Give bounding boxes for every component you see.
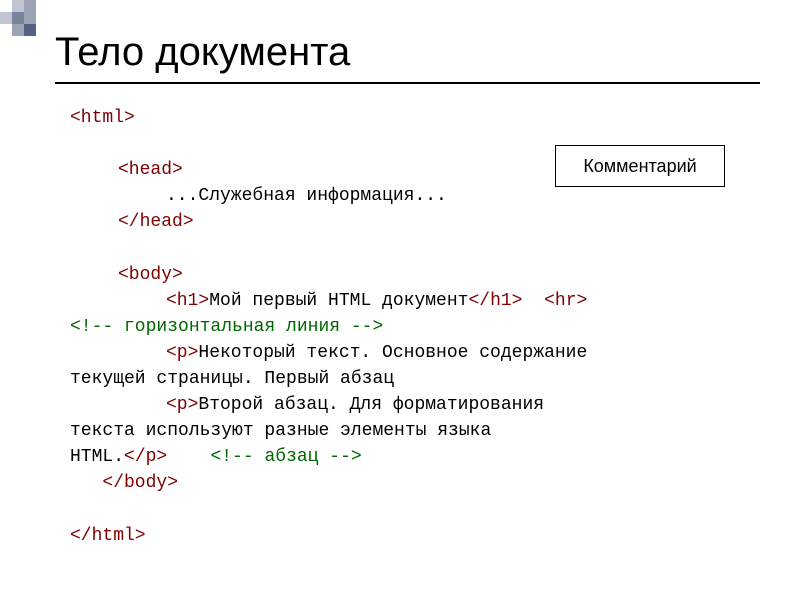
tag-h1-close: </h1> [468,291,522,311]
tag-head-close: </head> [118,212,194,232]
tag-p-close: </p> [124,447,167,467]
tag-h1-open: <h1> [166,291,209,311]
tag-p1-open: <p> [166,343,198,363]
text-p1-b: текущей страницы. Первый абзац [70,369,394,389]
tag-html-open: <html> [70,108,135,128]
comment-hr: <!-- горизонтальная линия --> [70,317,383,337]
tag-hr: <hr> [544,291,587,311]
code-example: <html> <head> ...Служебная информация...… [70,105,760,549]
tag-body-open: <body> [118,265,183,285]
title-underline [55,82,760,84]
tag-head-open: <head> [118,160,183,180]
tag-body-close: </body> [102,473,178,493]
tag-html-close: </html> [70,526,146,546]
slide-title: Тело документа [55,30,350,75]
text-service-info: ...Служебная информация... [166,186,447,206]
text-p2-a: Второй абзац. Для форматирования [198,395,544,415]
text-p1-a: Некоторый текст. Основное содержание [198,343,587,363]
tag-p2-open: <p> [166,395,198,415]
comment-p: <!-- абзац --> [210,447,361,467]
text-h1: Мой первый HTML документ [209,291,468,311]
text-p2-c: HTML. [70,447,124,467]
corner-decoration [0,0,48,48]
text-p2-b: текста используют разные элементы языка [70,421,491,441]
